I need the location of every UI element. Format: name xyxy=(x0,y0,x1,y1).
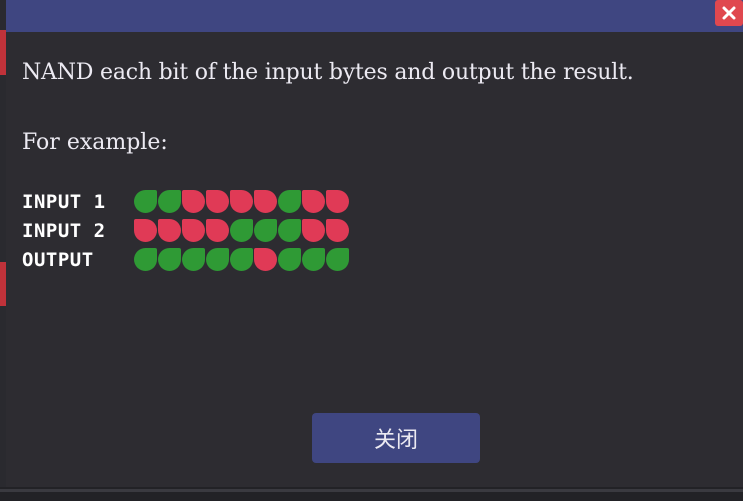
example-row-input-2: INPUT 2 xyxy=(22,216,349,245)
dialog-titlebar xyxy=(6,0,743,32)
bit-on-indicator xyxy=(278,190,301,213)
bit-on-indicator xyxy=(206,248,229,271)
bit-on-indicator xyxy=(254,219,277,242)
row-label: INPUT 1 xyxy=(22,190,106,213)
bit-off-indicator xyxy=(326,190,349,213)
bit-sequence xyxy=(134,248,349,271)
bit-sequence xyxy=(134,219,349,242)
bit-on-indicator xyxy=(134,248,157,271)
bit-off-indicator xyxy=(182,219,205,242)
bit-off-indicator xyxy=(206,219,229,242)
close-icon xyxy=(722,6,736,20)
row-label: OUTPUT xyxy=(22,248,94,271)
instruction-dialog: NAND each bit of the input bytes and out… xyxy=(6,0,743,487)
bit-off-indicator xyxy=(254,248,277,271)
example-row-output: OUTPUT xyxy=(22,245,349,274)
bit-off-indicator xyxy=(326,219,349,242)
bit-sequence xyxy=(134,190,349,213)
bit-on-indicator xyxy=(326,248,349,271)
bit-on-indicator xyxy=(158,190,181,213)
background-bottom-line xyxy=(0,489,743,492)
bit-off-indicator xyxy=(302,219,325,242)
example-heading: For example: xyxy=(22,130,168,155)
bit-off-indicator xyxy=(254,190,277,213)
bit-on-indicator xyxy=(278,219,301,242)
bit-on-indicator xyxy=(182,248,205,271)
bit-on-indicator xyxy=(302,248,325,271)
example-row-input-1: INPUT 1 xyxy=(22,187,349,216)
bit-off-indicator xyxy=(158,219,181,242)
row-label: INPUT 2 xyxy=(22,219,106,242)
bit-off-indicator xyxy=(302,190,325,213)
bit-on-indicator xyxy=(278,248,301,271)
close-dialog-button[interactable]: 关闭 xyxy=(312,413,480,463)
close-window-button[interactable] xyxy=(715,0,743,26)
bit-on-indicator xyxy=(230,219,253,242)
bit-on-indicator xyxy=(230,248,253,271)
dialog-description: NAND each bit of the input bytes and out… xyxy=(22,60,634,85)
bit-off-indicator xyxy=(206,190,229,213)
bit-off-indicator xyxy=(134,219,157,242)
bit-on-indicator xyxy=(158,248,181,271)
bit-off-indicator xyxy=(230,190,253,213)
bit-off-indicator xyxy=(182,190,205,213)
bit-on-indicator xyxy=(134,190,157,213)
example-bit-table: INPUT 1 INPUT 2 OUTPUT xyxy=(22,187,349,274)
